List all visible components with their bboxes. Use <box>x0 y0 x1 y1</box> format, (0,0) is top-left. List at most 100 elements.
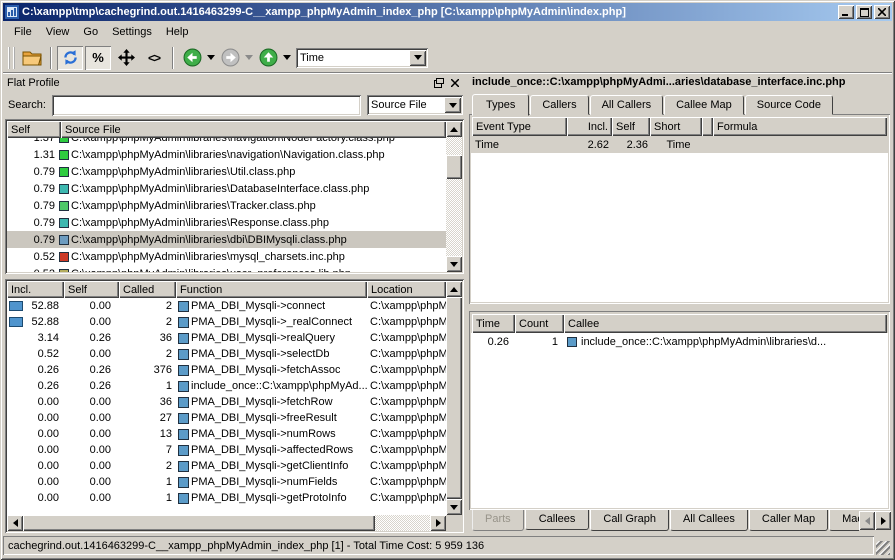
bottom-tab[interactable]: Call Graph <box>590 510 669 531</box>
column-header-called[interactable]: Called <box>119 281 176 298</box>
function-row[interactable]: 0.00 0.00 7 PMA_DBI_Mysqli->affectedRows… <box>7 442 446 458</box>
scroll-right-button[interactable] <box>430 515 446 531</box>
move-dock-button[interactable] <box>113 46 139 70</box>
column-header-count[interactable]: Count <box>515 314 564 333</box>
scroll-thumb[interactable] <box>446 155 462 179</box>
event-type-combobox[interactable]: Time <box>296 48 428 68</box>
combo-arrow-button[interactable] <box>444 97 461 113</box>
function-table-hscrollbar[interactable] <box>7 515 462 531</box>
detail-tab[interactable]: All Callers <box>590 95 664 115</box>
column-header-source-file[interactable]: Source File <box>61 121 446 138</box>
function-row[interactable]: 0.00 0.00 13 PMA_DBI_Mysqli->numRows C:\… <box>7 426 446 442</box>
up-dropdown[interactable] <box>282 46 292 70</box>
function-type-icon <box>178 429 189 440</box>
scroll-down-button[interactable] <box>446 256 462 272</box>
function-row[interactable]: 0.00 0.00 27 PMA_DBI_Mysqli->freeResult … <box>7 410 446 426</box>
source-file-row[interactable]: 0.79 C:\xampp\phpMyAdmin\libraries\Respo… <box>7 214 446 231</box>
function-row[interactable]: 3.14 0.26 36 PMA_DBI_Mysqli->realQuery C… <box>7 330 446 346</box>
column-header-self[interactable]: Self <box>64 281 119 298</box>
column-header-formula[interactable]: Formula <box>713 117 887 136</box>
detail-tab[interactable]: Types <box>472 94 529 116</box>
column-header-blank[interactable] <box>702 117 713 136</box>
scroll-up-button[interactable] <box>446 281 462 297</box>
flat-profile-dock: Flat Profile Search: Source File Self So… <box>3 73 464 534</box>
column-header-incl[interactable]: Incl. <box>7 281 64 298</box>
up-button[interactable] <box>255 46 281 70</box>
menu-item[interactable]: Settings <box>105 23 159 41</box>
bottom-tab[interactable]: Callees <box>525 510 590 530</box>
source-file-row[interactable]: 0.52 C:\xampp\phpMyAdmin\libraries\mysql… <box>7 248 446 265</box>
column-header-callee[interactable]: Callee <box>564 314 887 333</box>
function-row[interactable]: 0.00 0.00 36 PMA_DBI_Mysqli->fetchRow C:… <box>7 394 446 410</box>
close-button[interactable] <box>874 5 890 19</box>
tab-scroll-left-button[interactable] <box>859 511 875 530</box>
function-cell: PMA_DBI_Mysqli->_realConnect <box>176 316 367 328</box>
bottom-tab[interactable]: Machine Code <box>829 510 859 531</box>
forward-button[interactable] <box>217 46 243 70</box>
column-header-function[interactable]: Function <box>176 281 367 298</box>
function-row[interactable]: 52.88 0.00 2 PMA_DBI_Mysqli->_realConnec… <box>7 314 446 330</box>
close-dock-icon[interactable] <box>448 76 462 90</box>
column-header-event-type[interactable]: Event Type <box>472 117 567 136</box>
menu-item[interactable]: Help <box>159 23 196 41</box>
scroll-thumb[interactable] <box>23 515 375 531</box>
source-file-row[interactable]: 0.79 C:\xampp\phpMyAdmin\libraries\Track… <box>7 197 446 214</box>
toolbar-handle[interactable] <box>8 47 15 69</box>
source-file-row[interactable]: 0.79 C:\xampp\phpMyAdmin\libraries\Datab… <box>7 180 446 197</box>
detail-tab[interactable]: Callers <box>530 95 588 115</box>
function-row[interactable]: 0.00 0.00 1 PMA_DBI_Mysqli->numFields C:… <box>7 474 446 490</box>
back-dropdown[interactable] <box>206 46 216 70</box>
source-file-row[interactable]: 0.79 C:\xampp\phpMyAdmin\libraries\Util.… <box>7 163 446 180</box>
column-header-self[interactable]: Self <box>612 117 650 136</box>
combo-arrow-button[interactable] <box>409 50 426 66</box>
function-row[interactable]: 0.00 0.00 2 PMA_DBI_Mysqli->getClientInf… <box>7 458 446 474</box>
source-file-row[interactable]: 1.37 C:\xampp\phpMyAdmin\libraries\navig… <box>7 138 446 146</box>
function-row[interactable]: 52.88 0.00 2 PMA_DBI_Mysqli->connect C:\… <box>7 298 446 314</box>
menu-item[interactable]: View <box>39 23 77 41</box>
function-row[interactable]: 0.26 0.26 1 include_once::C:\xampp\phpMy… <box>7 378 446 394</box>
reload-button[interactable] <box>57 46 83 70</box>
file-list-vscrollbar[interactable] <box>446 121 462 272</box>
column-header-short[interactable]: Short <box>650 117 702 136</box>
tab-scroll-right-button[interactable] <box>875 511 891 530</box>
dock-header[interactable]: Flat Profile <box>5 74 464 91</box>
column-header-location[interactable]: Location <box>367 281 446 298</box>
maximize-button[interactable] <box>856 5 872 19</box>
function-table-vscrollbar[interactable] <box>446 281 462 515</box>
search-input[interactable] <box>52 95 361 116</box>
forward-dropdown[interactable] <box>244 46 254 70</box>
scroll-down-button[interactable] <box>446 499 462 515</box>
source-file-row[interactable]: 1.31 C:\xampp\phpMyAdmin\libraries\navig… <box>7 146 446 163</box>
bottom-tab[interactable]: All Callees <box>670 510 748 531</box>
group-type-combobox[interactable]: Source File <box>367 95 463 115</box>
function-row[interactable]: 0.52 0.00 2 PMA_DBI_Mysqli->selectDb C:\… <box>7 346 446 362</box>
percent-toggle-button[interactable]: % <box>85 46 111 70</box>
source-file-path: C:\xampp\phpMyAdmin\libraries\dbi\DBIMys… <box>71 234 347 246</box>
open-file-button[interactable] <box>19 46 45 70</box>
scroll-thumb[interactable] <box>446 297 462 499</box>
callee-row[interactable]: 0.26 1 include_once::C:\xampp\phpMyAdmin… <box>471 333 888 350</box>
function-row[interactable]: 0.26 0.26 376 PMA_DBI_Mysqli->fetchAssoc… <box>7 362 446 378</box>
source-file-row[interactable]: 0.79 C:\xampp\phpMyAdmin\libraries\dbi\D… <box>7 231 446 248</box>
function-type-icon <box>178 493 189 504</box>
detail-tab[interactable]: Source Code <box>745 95 833 115</box>
resize-grip[interactable] <box>876 541 890 555</box>
relative-cost-button[interactable]: <> <box>141 46 167 70</box>
menu-item[interactable]: File <box>7 23 39 41</box>
minimize-button[interactable] <box>838 5 854 19</box>
column-header-self[interactable]: Self <box>7 121 61 138</box>
back-button[interactable] <box>179 46 205 70</box>
event-type-row[interactable]: Time 2.62 2.36 Time <box>471 136 888 153</box>
scroll-left-button[interactable] <box>7 515 23 531</box>
float-dock-icon[interactable] <box>432 76 446 90</box>
column-header-time[interactable]: Time <box>472 314 515 333</box>
column-header-incl[interactable]: Incl. <box>567 117 612 136</box>
source-file-row[interactable]: 0.52 C:\xampp\phpMyAdmin\libraries\user_… <box>7 265 446 272</box>
title-bar[interactable]: C:\xampp\tmp\cachegrind.out.1416463299-C… <box>3 3 892 21</box>
detail-tab[interactable]: Callee Map <box>664 95 744 115</box>
bottom-tab[interactable]: Caller Map <box>749 510 828 531</box>
bottom-tab[interactable]: Parts <box>472 510 524 531</box>
menu-item[interactable]: Go <box>76 23 105 41</box>
scroll-up-button[interactable] <box>446 121 462 137</box>
function-row[interactable]: 0.00 0.00 1 PMA_DBI_Mysqli->getProtoInfo… <box>7 490 446 506</box>
